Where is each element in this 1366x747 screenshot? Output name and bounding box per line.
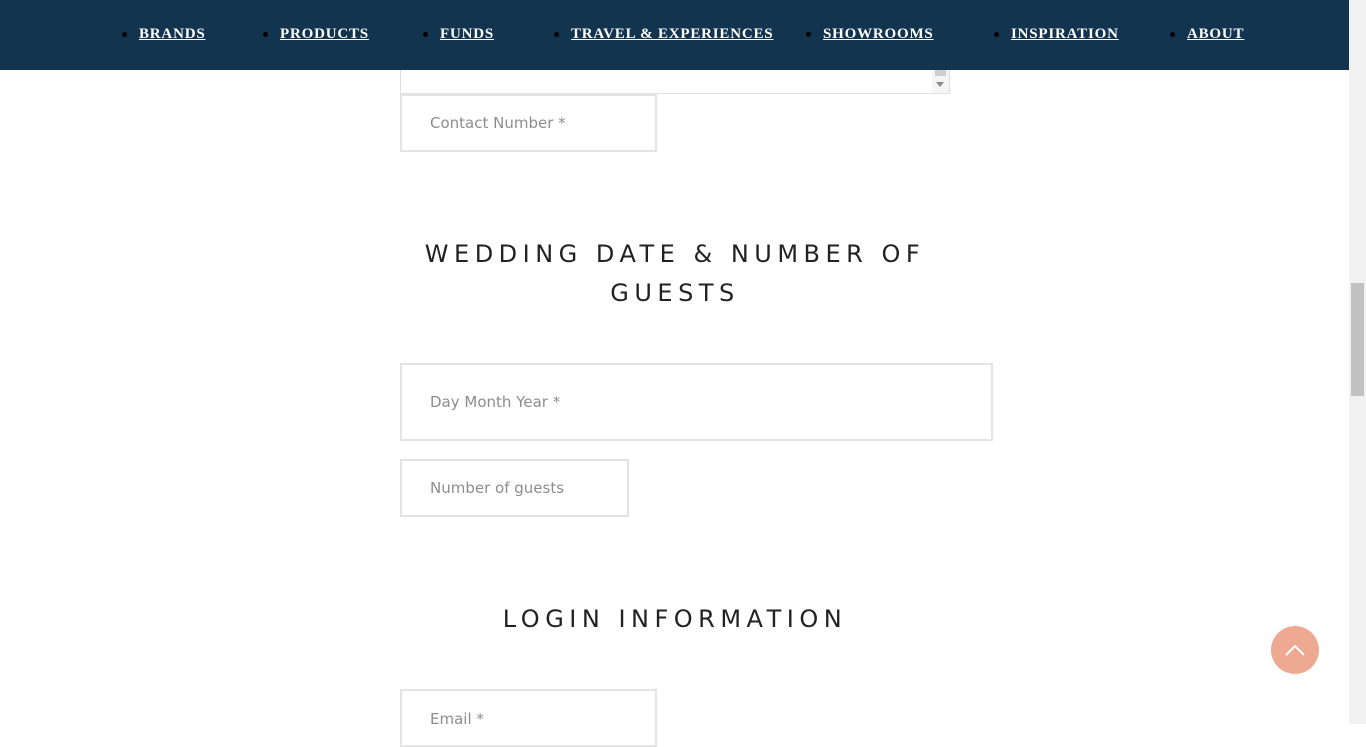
chevron-down-icon[interactable] bbox=[936, 82, 944, 87]
select-scrollbar[interactable] bbox=[932, 70, 949, 93]
page-scroll-thumb[interactable] bbox=[1351, 283, 1364, 396]
login-section-title: LOGIN INFORMATION bbox=[502, 605, 848, 633]
page-scrollbar[interactable] bbox=[1349, 0, 1366, 724]
chevron-up-icon bbox=[1285, 644, 1305, 656]
back-to-top-button[interactable] bbox=[1271, 626, 1319, 674]
guests-number-placeholder: Number of guests bbox=[430, 479, 565, 497]
email-placeholder: Email * bbox=[430, 710, 484, 728]
nav-travel-experiences[interactable]: TRAVEL & EXPERIENCES bbox=[553, 26, 773, 43]
contact-number-placeholder: Contact Number * bbox=[430, 114, 566, 132]
contact-number-field[interactable]: Contact Number * bbox=[400, 94, 657, 152]
select-scroll-thumb[interactable] bbox=[935, 70, 946, 76]
nav-inspiration[interactable]: INSPIRATION bbox=[994, 26, 1119, 43]
nav-showrooms[interactable]: SHOWROOMS bbox=[806, 26, 934, 43]
top-navigation: BRANDS PRODUCTS FUNDS TRAVEL & EXPERIENC… bbox=[0, 0, 1349, 70]
wedding-date-placeholder: Day Month Year * bbox=[430, 393, 561, 411]
guests-number-field[interactable]: Number of guests bbox=[400, 459, 629, 517]
country-code-select[interactable] bbox=[400, 70, 950, 94]
wedding-section-title: WEDDING DATE & NUMBER OF GUESTS bbox=[424, 240, 926, 307]
email-field[interactable]: Email * bbox=[400, 689, 657, 747]
nav-about[interactable]: ABOUT bbox=[1169, 26, 1244, 43]
nav-funds[interactable]: FUNDS bbox=[422, 26, 494, 43]
nav-brands[interactable]: BRANDS bbox=[121, 26, 205, 43]
wedding-date-field[interactable]: Day Month Year * bbox=[400, 363, 993, 441]
nav-products[interactable]: PRODUCTS bbox=[263, 26, 369, 43]
